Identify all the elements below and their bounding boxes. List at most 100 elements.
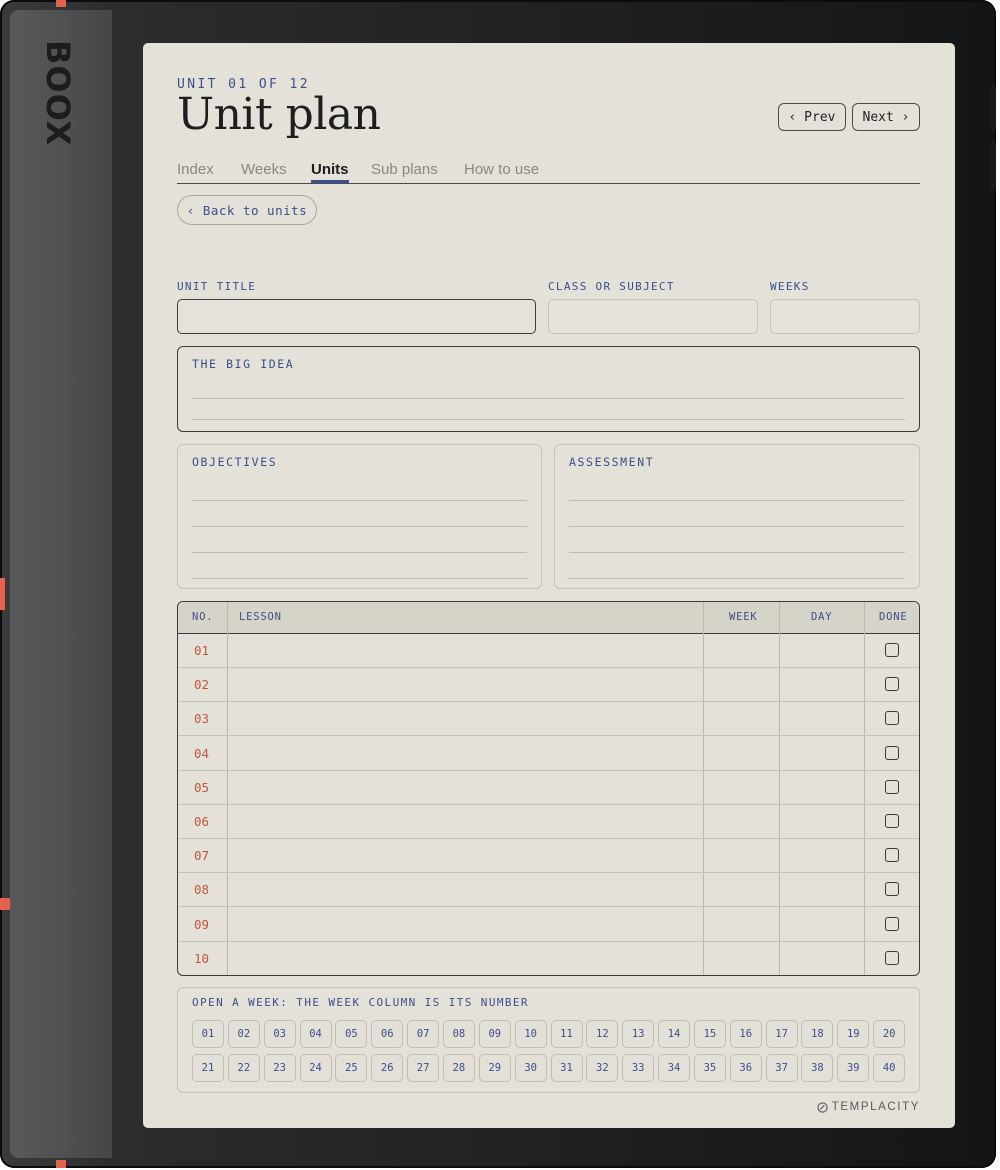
lesson-cell[interactable] [228, 908, 703, 941]
week-cell[interactable] [704, 805, 779, 838]
done-checkbox[interactable] [885, 677, 899, 692]
week-button[interactable]: 24 [299, 1054, 332, 1082]
week-button[interactable]: 26 [371, 1054, 404, 1082]
lessons-table: NO. LESSON WEEK DAY DONE 01 02 03 04 05 06 07 0… [177, 601, 920, 976]
week-button[interactable]: 20 [873, 1020, 906, 1048]
unit-title-field[interactable] [177, 299, 536, 334]
week-button[interactable]: 35 [693, 1054, 726, 1082]
week-button[interactable]: 25 [335, 1054, 368, 1082]
week-cell[interactable] [704, 771, 779, 804]
week-button[interactable]: 36 [729, 1054, 762, 1082]
week-button[interactable]: 30 [514, 1054, 547, 1082]
week-cell[interactable] [704, 839, 779, 872]
day-cell[interactable] [780, 771, 864, 804]
writing-line [192, 398, 905, 399]
done-checkbox[interactable] [885, 950, 899, 965]
week-button[interactable]: 12 [586, 1020, 619, 1048]
lesson-cell[interactable] [228, 771, 703, 804]
done-checkbox[interactable] [885, 779, 899, 794]
week-cell[interactable] [704, 737, 779, 770]
week-button[interactable]: 19 [837, 1020, 870, 1048]
done-checkbox[interactable] [885, 814, 899, 828]
week-cell[interactable] [704, 908, 779, 941]
day-cell[interactable] [780, 668, 864, 701]
week-button[interactable]: 38 [801, 1054, 834, 1082]
week-button[interactable]: 15 [693, 1020, 726, 1048]
week-button[interactable]: 31 [550, 1054, 583, 1082]
big-idea-box[interactable]: THE BIG IDEA [177, 346, 920, 432]
week-button[interactable]: 06 [371, 1020, 404, 1048]
done-checkbox[interactable] [885, 882, 899, 897]
device-power-button[interactable] [990, 86, 996, 130]
week-button[interactable]: 13 [622, 1020, 655, 1048]
week-cell[interactable] [704, 942, 779, 975]
tab-how-to-use[interactable]: How to use [464, 161, 539, 178]
objectives-box[interactable]: OBJECTIVES [177, 444, 542, 589]
week-button[interactable]: 40 [873, 1054, 906, 1082]
week-button[interactable]: 05 [335, 1020, 368, 1048]
lesson-cell[interactable] [228, 942, 703, 975]
day-cell[interactable] [780, 634, 864, 667]
week-button[interactable]: 02 [227, 1020, 260, 1048]
week-button[interactable]: 16 [729, 1020, 762, 1048]
assessment-box[interactable]: ASSESSMENT [554, 444, 920, 589]
class-subject-field[interactable] [548, 299, 758, 334]
week-button[interactable]: 37 [765, 1054, 798, 1082]
week-button[interactable]: 07 [407, 1020, 440, 1048]
week-cell[interactable] [704, 634, 779, 667]
lesson-cell[interactable] [228, 702, 703, 735]
lesson-cell[interactable] [228, 839, 703, 872]
day-cell[interactable] [780, 737, 864, 770]
day-cell[interactable] [780, 873, 864, 906]
week-button[interactable]: 34 [658, 1054, 691, 1082]
week-button[interactable]: 03 [263, 1020, 296, 1048]
table-row: 03 [178, 702, 919, 737]
week-button[interactable]: 01 [192, 1020, 224, 1048]
week-button[interactable]: 10 [514, 1020, 547, 1048]
done-checkbox[interactable] [885, 711, 899, 726]
week-button[interactable]: 22 [227, 1054, 260, 1082]
lesson-cell[interactable] [228, 668, 703, 701]
day-cell[interactable] [780, 942, 864, 975]
week-button[interactable]: 33 [622, 1054, 655, 1082]
back-to-units-button[interactable]: ‹ Back to units [177, 195, 317, 225]
lesson-cell[interactable] [228, 873, 703, 906]
device-volume-button[interactable] [990, 142, 996, 190]
week-button[interactable]: 29 [478, 1054, 511, 1082]
lesson-cell[interactable] [228, 634, 703, 667]
week-button[interactable]: 17 [765, 1020, 798, 1048]
day-cell[interactable] [780, 908, 864, 941]
done-checkbox[interactable] [885, 745, 899, 760]
done-checkbox[interactable] [885, 643, 899, 657]
week-button[interactable]: 18 [801, 1020, 834, 1048]
day-cell[interactable] [780, 805, 864, 838]
done-checkbox[interactable] [885, 848, 899, 863]
lesson-cell[interactable] [228, 805, 703, 838]
done-checkbox[interactable] [885, 916, 899, 931]
week-button[interactable]: 23 [263, 1054, 296, 1082]
week-button[interactable]: 09 [478, 1020, 511, 1048]
week-button[interactable]: 39 [837, 1054, 870, 1082]
week-button[interactable]: 08 [442, 1020, 475, 1048]
week-button[interactable]: 14 [658, 1020, 691, 1048]
week-button[interactable]: 28 [442, 1054, 475, 1082]
lesson-cell[interactable] [228, 737, 703, 770]
tab-sub-plans[interactable]: Sub plans [371, 161, 438, 178]
next-button[interactable]: Next › [852, 103, 920, 131]
day-cell[interactable] [780, 702, 864, 735]
week-cell[interactable] [704, 873, 779, 906]
tab-weeks[interactable]: Weeks [241, 161, 287, 178]
day-cell[interactable] [780, 839, 864, 872]
week-button[interactable]: 21 [192, 1054, 224, 1082]
writing-line [192, 526, 527, 527]
week-cell[interactable] [704, 668, 779, 701]
prev-button[interactable]: ‹ Prev [778, 103, 846, 131]
week-button[interactable]: 32 [586, 1054, 619, 1082]
week-button[interactable]: 27 [407, 1054, 440, 1082]
week-button[interactable]: 04 [299, 1020, 332, 1048]
tab-units[interactable]: Units [311, 161, 349, 178]
week-cell[interactable] [704, 702, 779, 735]
tab-index[interactable]: Index [177, 161, 214, 178]
weeks-field[interactable] [770, 299, 920, 334]
week-button[interactable]: 11 [550, 1020, 583, 1048]
